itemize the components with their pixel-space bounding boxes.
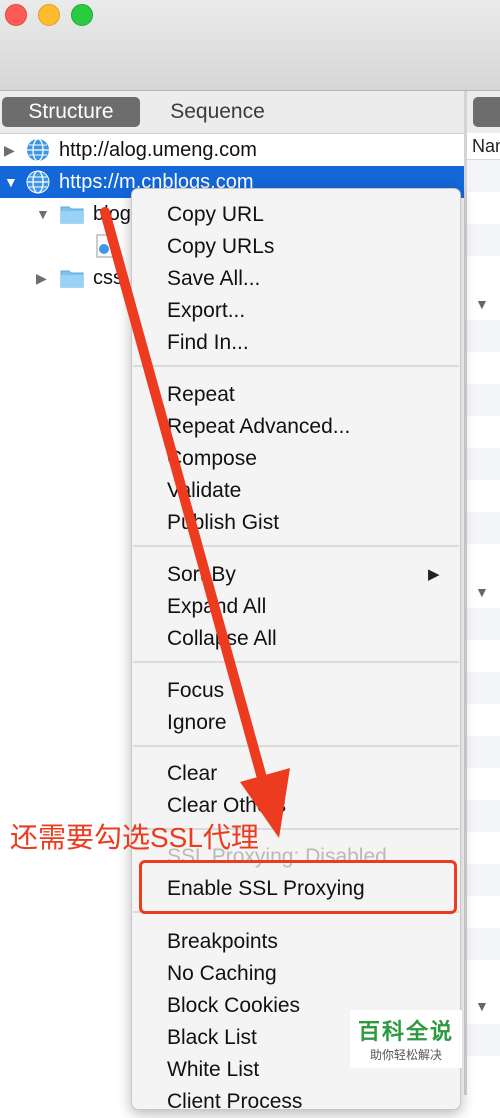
watermark-logo: 百科全说 助你轻松解决 — [350, 1010, 462, 1068]
watermark-subtitle: 助你轻松解决 — [369, 1048, 442, 1062]
watermark-title: 百科全说 — [357, 1019, 454, 1044]
annotation-text: 还需要勾选SSL代理 — [10, 822, 259, 853]
annotation-arrow — [100, 207, 290, 838]
